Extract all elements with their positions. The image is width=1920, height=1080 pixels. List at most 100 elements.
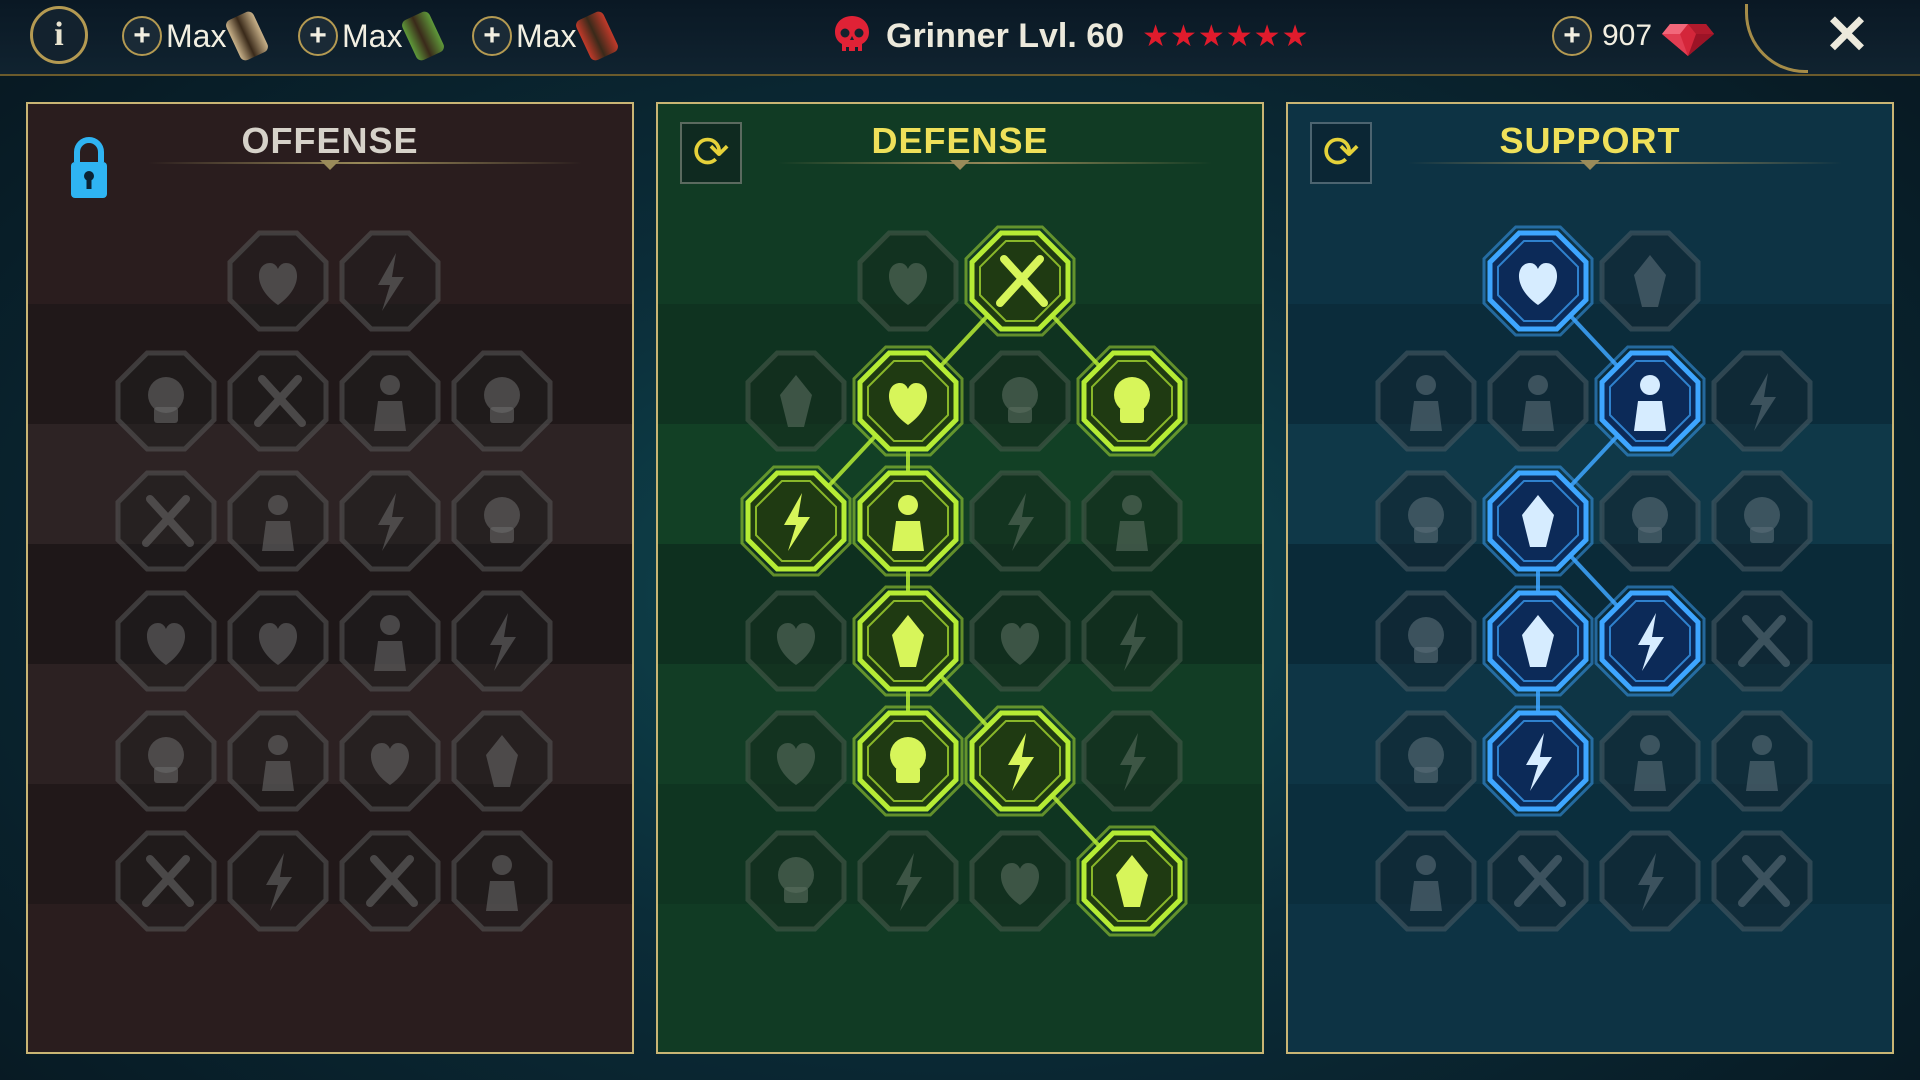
plus-icon[interactable]: +: [298, 16, 338, 56]
mastery-node-cross-swords[interactable]: [222, 225, 334, 337]
mastery-node-chain-lightning[interactable]: [446, 585, 558, 697]
mastery-node-compass-star[interactable]: [1370, 705, 1482, 817]
mastery-node-fist-crest[interactable]: [1594, 825, 1706, 937]
compass-star-icon: [1375, 710, 1477, 812]
skull-sun-icon: [964, 705, 1076, 817]
mastery-node-flex-warrior[interactable]: [1076, 825, 1188, 937]
mastery-node-axe-chop[interactable]: [334, 585, 446, 697]
mastery-node-healer[interactable]: [1370, 465, 1482, 577]
mastery-node-reaper[interactable]: [964, 825, 1076, 937]
knight-helm-icon: [227, 830, 329, 932]
mastery-node-knight-shield[interactable]: [852, 465, 964, 577]
gems-counter[interactable]: + 907: [1552, 10, 1715, 62]
mastery-node-spartan-skull[interactable]: [446, 825, 558, 937]
plus-icon[interactable]: +: [1552, 16, 1592, 56]
mastery-node-runner-aura[interactable]: [740, 465, 852, 577]
angry-eyes-icon: [1711, 590, 1813, 692]
mastery-node-heart-plus[interactable]: [1482, 225, 1594, 337]
mastery-node-open-palm[interactable]: [964, 585, 1076, 697]
mastery-node-speed-strike[interactable]: [1706, 345, 1818, 457]
offense-node-grid: [28, 104, 632, 1052]
plus-icon[interactable]: +: [472, 16, 512, 56]
mastery-node-horned-skull[interactable]: [1482, 825, 1594, 937]
mastery-node-horned-demon[interactable]: [334, 825, 446, 937]
hood-shield-icon: [745, 350, 847, 452]
mastery-node-sword-swipe[interactable]: [222, 345, 334, 457]
mastery-node-open-book[interactable]: [1594, 585, 1706, 697]
mastery-node-eye[interactable]: [1594, 705, 1706, 817]
mastery-node-rage-warrior[interactable]: [446, 705, 558, 817]
mastery-node-hooded-aura[interactable]: [1076, 465, 1188, 577]
mastery-node-shadow-figure[interactable]: [1706, 465, 1818, 577]
mastery-node-fist[interactable]: [964, 225, 1076, 337]
mastery-node-skull-flame[interactable]: [1594, 345, 1706, 457]
mastery-node-skull-sun[interactable]: [964, 705, 1076, 817]
mastery-node-claw-hand[interactable]: [446, 465, 558, 577]
mastery-node-grab-hand[interactable]: [1076, 705, 1188, 817]
mastery-node-angry-eyes[interactable]: [1706, 585, 1818, 697]
mastery-node-heart-blade[interactable]: [110, 585, 222, 697]
mastery-node-horned-heart[interactable]: [110, 345, 222, 457]
mastery-node-swift-boot[interactable]: [1482, 705, 1594, 817]
book-slot-3[interactable]: + Max: [472, 9, 621, 63]
close-button[interactable]: ✕: [1818, 6, 1876, 64]
mastery-node-heart-vial[interactable]: [852, 345, 964, 457]
mastery-node-skull-cloak[interactable]: [334, 465, 446, 577]
dagger-slash-icon: [339, 230, 441, 332]
mastery-node-crowd[interactable]: [740, 585, 852, 697]
mastery-scroll-icon: [574, 9, 621, 63]
mastery-node-potion-skull[interactable]: [1370, 825, 1482, 937]
fist-crest-icon: [1599, 830, 1701, 932]
sword-aura-icon: [339, 710, 441, 812]
mastery-node-heart[interactable]: [964, 465, 1076, 577]
mastery-node-shield-break[interactable]: [334, 345, 446, 457]
info-button[interactable]: i: [30, 6, 88, 64]
plus-icon[interactable]: +: [122, 16, 162, 56]
mastery-node-bull-head[interactable]: [1076, 585, 1188, 697]
mastery-node-dagger-slash[interactable]: [334, 225, 446, 337]
mastery-node-hero-bust[interactable]: [740, 825, 852, 937]
mastery-node-praying-hands[interactable]: [1370, 345, 1482, 457]
mastery-node-hourglass-skull[interactable]: [852, 585, 964, 697]
mastery-node-swirl-ring[interactable]: [1594, 225, 1706, 337]
mastery-node-shield-tiles[interactable]: [852, 225, 964, 337]
reaper-icon: [969, 830, 1071, 932]
mastery-node-hood-arc[interactable]: [1482, 345, 1594, 457]
spartan-skull-icon: [451, 830, 553, 932]
hood-arc-icon: [1487, 350, 1589, 452]
mastery-node-star-sword[interactable]: [110, 825, 222, 937]
mastery-node-bleeding-heart[interactable]: [446, 345, 558, 457]
corner-ornament: [1745, 4, 1808, 73]
healer-icon: [1375, 470, 1477, 572]
lightning-bolt-icon: [1482, 465, 1594, 577]
mastery-node-spider-cave[interactable]: [110, 705, 222, 817]
mastery-node-winged-shield[interactable]: [852, 825, 964, 937]
mastery-node-crossed-bones[interactable]: [1706, 705, 1818, 817]
mastery-node-lightning-bolt[interactable]: [1482, 465, 1594, 577]
speed-strike-icon: [1711, 350, 1813, 452]
mastery-node-chained-heart[interactable]: [1370, 585, 1482, 697]
book-slot-1[interactable]: + Max: [122, 9, 271, 63]
mastery-node-jaws[interactable]: [222, 465, 334, 577]
crowd-icon: [745, 590, 847, 692]
mastery-node-crossed-blades[interactable]: [1076, 345, 1188, 457]
mastery-node-arrows-hit[interactable]: [110, 465, 222, 577]
book-slot-2[interactable]: + Max: [298, 9, 447, 63]
heart-plus-icon: [1482, 225, 1594, 337]
mastery-node-twin-skulls[interactable]: [222, 705, 334, 817]
hooded-aura-icon: [1081, 470, 1183, 572]
mastery-node-hood-shield[interactable]: [740, 345, 852, 457]
swift-boot-icon: [1482, 705, 1594, 817]
mastery-node-fissure[interactable]: [1594, 465, 1706, 577]
mastery-node-eagle[interactable]: [1706, 825, 1818, 937]
mastery-node-triple-drops[interactable]: [852, 705, 964, 817]
mastery-node-knight-helm[interactable]: [222, 825, 334, 937]
mastery-node-dash-figure[interactable]: [740, 705, 852, 817]
mastery-node-sword-aura[interactable]: [334, 705, 446, 817]
jaws-icon: [227, 470, 329, 572]
mastery-node-comet[interactable]: [1482, 585, 1594, 697]
skull-flame-icon: [1594, 345, 1706, 457]
gem-icon: [1662, 16, 1715, 56]
mastery-node-punch-fist[interactable]: [222, 585, 334, 697]
mastery-node-muscle-torso[interactable]: [964, 345, 1076, 457]
